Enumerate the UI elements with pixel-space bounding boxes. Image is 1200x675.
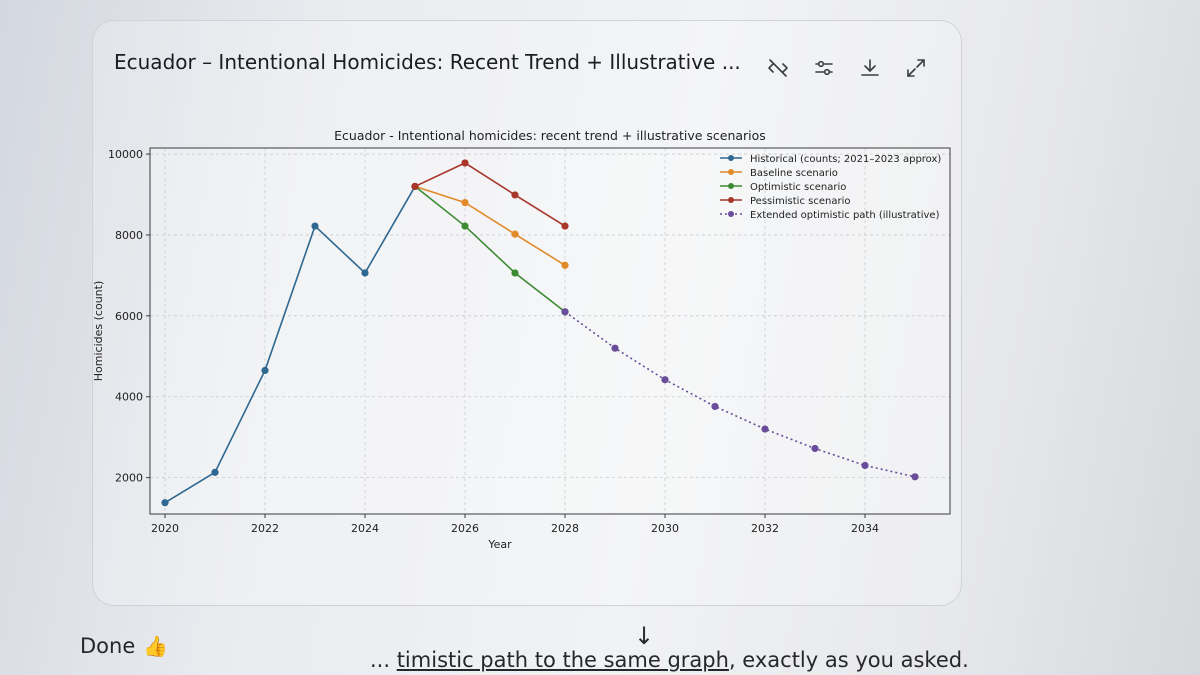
data-point-4 [661, 376, 669, 384]
x-tick-label: 2034 [851, 522, 879, 535]
data-point-0 [361, 269, 369, 277]
chart-title: Ecuador - Intentional homicides: recent … [334, 128, 766, 143]
response-text-start: ... [370, 648, 397, 672]
arrow-down-icon: ↓ [633, 622, 655, 650]
data-point-0 [161, 499, 169, 507]
data-point-3 [511, 191, 519, 199]
legend-marker-4 [728, 211, 734, 217]
data-point-1 [511, 230, 519, 238]
y-tick-label: 4000 [115, 391, 143, 404]
thumbs-up-emoji: 👍 [143, 634, 169, 658]
card-title: Ecuador – Intentional Homicides: Recent … [114, 50, 741, 74]
data-point-0 [311, 222, 319, 230]
data-point-4 [561, 308, 569, 316]
done-text: Done [80, 634, 136, 658]
legend-marker-1 [728, 169, 734, 175]
data-point-3 [561, 222, 569, 230]
data-point-4 [611, 344, 619, 352]
data-point-4 [911, 473, 919, 481]
response-text-link[interactable]: timistic path to the same graph [397, 648, 729, 672]
x-tick-label: 2020 [151, 522, 179, 535]
data-point-1 [561, 261, 569, 269]
expand-button[interactable] [900, 52, 932, 84]
x-tick-label: 2026 [451, 522, 479, 535]
y-tick-label: 8000 [115, 229, 143, 242]
data-point-4 [861, 461, 869, 470]
response-text: ... timistic path to the same graph, exa… [370, 648, 969, 672]
download-icon [861, 59, 879, 76]
data-point-4 [711, 402, 719, 411]
x-tick-label: 2030 [651, 522, 679, 535]
settings-button[interactable] [808, 52, 840, 84]
chart-area: 2020 2022 2024 2026 2028 2030 2032 2034 2000 4000… [60, 118, 970, 558]
data-point-4 [811, 444, 819, 453]
line-chart: 2020 2022 2024 2026 2028 2030 2032 2034 2000 4000… [92, 128, 951, 551]
y-tick-label: 2000 [115, 472, 143, 485]
legend-label-4: Extended optimistic path (illustrative) [750, 210, 940, 221]
x-axis-label: Year [487, 538, 512, 551]
data-point-3 [411, 182, 419, 191]
hide-code-button[interactable] [762, 52, 794, 84]
hide-code-icon [768, 59, 788, 77]
legend-label-2: Optimistic scenario [750, 182, 846, 193]
y-tick-label: 6000 [115, 310, 143, 323]
expand-icon [907, 59, 925, 77]
x-tick-label: 2022 [251, 522, 279, 535]
data-point-0 [211, 468, 219, 476]
data-point-4 [761, 425, 769, 433]
data-point-0 [261, 366, 269, 375]
done-message: Done 👍 [80, 634, 168, 658]
data-point-3 [461, 159, 469, 167]
legend-label-1: Baseline scenario [750, 168, 838, 179]
x-tick-label: 2024 [351, 522, 379, 535]
x-tick-label: 2032 [751, 522, 779, 535]
data-point-2 [511, 269, 519, 277]
legend-label-0: Historical (counts; 2021–2023 approx) [750, 154, 941, 165]
legend-marker-3 [728, 197, 734, 203]
y-axis-label: Homicides (count) [92, 281, 105, 381]
data-point-2 [461, 222, 469, 230]
download-button[interactable] [854, 52, 886, 84]
card-toolbar [762, 52, 932, 84]
x-tick-label: 2028 [551, 522, 579, 535]
response-text-end: , exactly as you asked. [728, 648, 969, 672]
sliders-icon [815, 60, 833, 76]
legend-marker-0 [728, 155, 734, 161]
data-point-1 [461, 198, 469, 207]
legend-label-3: Pessimistic scenario [750, 196, 850, 207]
y-tick-label: 10000 [108, 148, 143, 161]
legend-marker-2 [728, 183, 734, 189]
